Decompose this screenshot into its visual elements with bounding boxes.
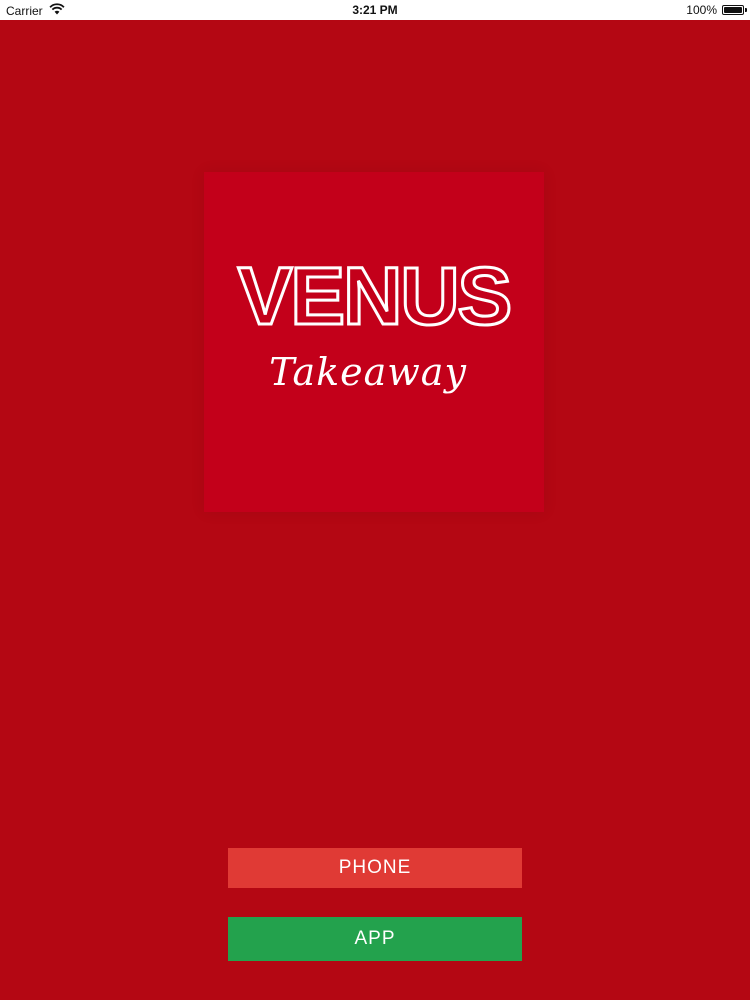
logo-title: VENUS (236, 254, 514, 344)
phone-button-label: PHONE (338, 857, 412, 878)
phone-button[interactable]: PHONE (228, 848, 522, 888)
battery-percentage: 100% (686, 3, 717, 17)
status-time: 3:21 PM (352, 3, 398, 17)
logo-subtitle: Takeaway (269, 350, 467, 394)
battery-icon (722, 5, 747, 15)
status-bar: Carrier 3:21 PM 100% (0, 0, 750, 20)
status-right: 100% (686, 3, 747, 17)
main-screen: VENUS Takeaway PHONE APP (0, 20, 750, 1000)
app-button-label: APP (354, 928, 396, 949)
venus-logo: VENUS Takeaway (204, 172, 544, 512)
app-button[interactable]: APP (228, 917, 522, 961)
logo-title-text: VENUS (238, 254, 511, 342)
